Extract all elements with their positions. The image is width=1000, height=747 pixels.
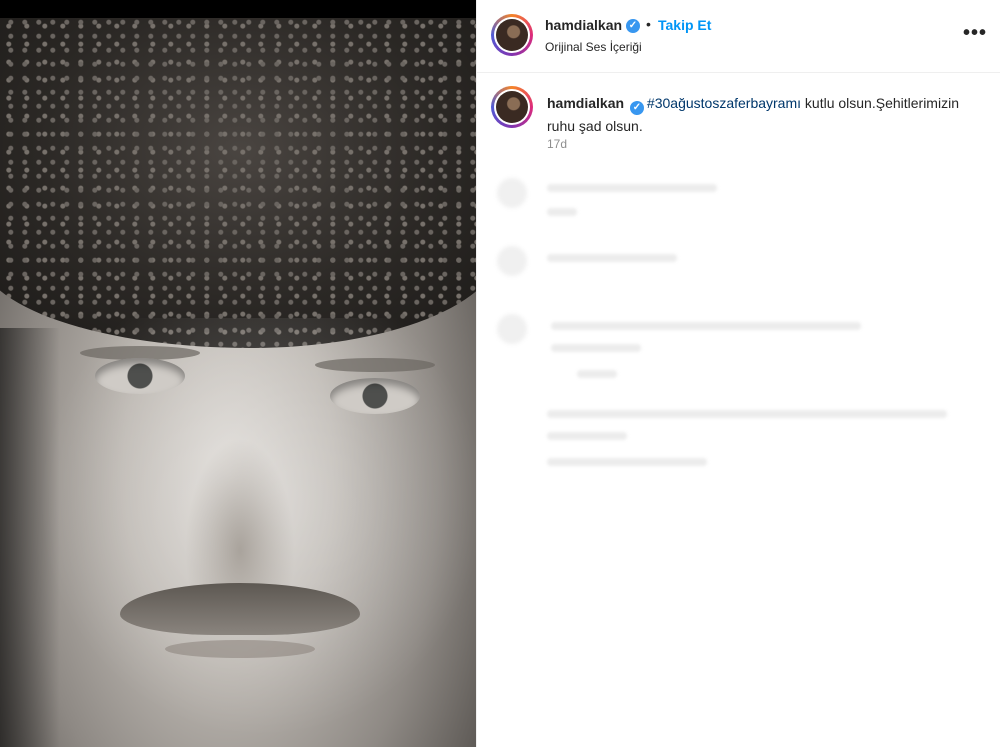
- photo-shadow: [0, 328, 60, 747]
- blurred-comment-avatar: [497, 178, 527, 208]
- photo-lips: [165, 640, 315, 658]
- blurred-comment-line: [547, 410, 947, 418]
- blurred-comment-line: [551, 344, 641, 352]
- verified-badge-icon: ✓: [626, 19, 640, 33]
- post-header: hamdialkan ✓ • Takip Et Orijinal Ses İçe…: [477, 0, 1000, 73]
- photo-eye-left: [95, 358, 185, 394]
- blurred-comment-line: [577, 370, 617, 378]
- caption-username[interactable]: hamdialkan: [547, 95, 624, 111]
- blurred-comment-line: [551, 322, 861, 330]
- photo-eye-right: [330, 378, 420, 414]
- photo-nose: [185, 438, 295, 588]
- caption-verified-badge-icon: ✓: [629, 101, 644, 115]
- post-details-panel: hamdialkan ✓ • Takip Et Orijinal Ses İçe…: [476, 0, 1000, 747]
- header-separator: •: [646, 16, 651, 32]
- blurred-comment-line: [547, 458, 707, 466]
- portrait-photo: [0, 18, 476, 747]
- post-caption: hamdialkan ✓ #30ağustoszaferbayramı kutlu…: [547, 92, 977, 137]
- caption-author-avatar[interactable]: [491, 86, 533, 128]
- blurred-comment-line: [547, 432, 627, 440]
- more-options-icon[interactable]: •••: [963, 22, 987, 45]
- blurred-comment-line: [547, 208, 577, 216]
- blurred-comment-avatar: [497, 246, 527, 276]
- blurred-comment-line: [547, 254, 677, 262]
- audio-label[interactable]: Orijinal Ses İçeriği: [545, 40, 642, 54]
- caption-timestamp[interactable]: 17d: [547, 137, 567, 151]
- post-media[interactable]: [0, 0, 476, 747]
- photo-hat: [0, 18, 476, 348]
- photo-brow-right: [315, 358, 435, 372]
- author-avatar[interactable]: [491, 14, 533, 56]
- blurred-comment-avatar: [497, 314, 527, 344]
- author-username[interactable]: hamdialkan: [545, 17, 622, 33]
- follow-button[interactable]: Takip Et: [658, 17, 711, 33]
- caption-hashtag[interactable]: #30ağustoszaferbayramı: [647, 95, 801, 111]
- blurred-comment-line: [547, 184, 717, 192]
